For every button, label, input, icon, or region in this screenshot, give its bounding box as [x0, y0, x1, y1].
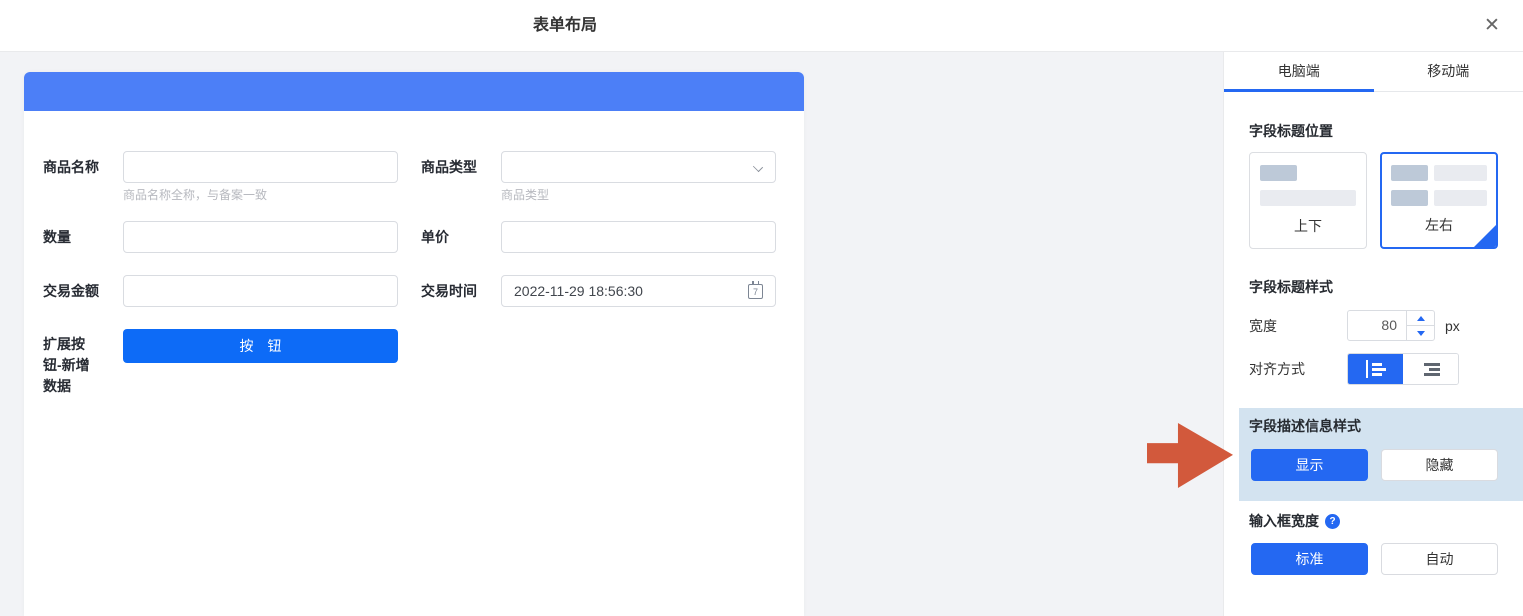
- form-row-3: 交易金额 交易时间 2022-11-29 18:56:30 7: [43, 275, 804, 307]
- dialog-title: 表单布局: [0, 0, 1130, 52]
- stepper-spinner: [1406, 311, 1434, 340]
- quantity-input[interactable]: [123, 221, 398, 253]
- position-option-top-bottom[interactable]: 上下: [1249, 152, 1367, 249]
- form-banner: [24, 72, 804, 111]
- desc-hide-button[interactable]: 隐藏: [1381, 449, 1498, 481]
- selected-corner-badge: [1473, 224, 1497, 248]
- tab-pc[interactable]: 电脑端: [1224, 52, 1374, 91]
- field-label: 单价: [421, 221, 501, 253]
- section-title-position: 字段标题位置 上下 左右: [1249, 121, 1498, 249]
- label-placeholder-block: [1260, 165, 1297, 181]
- tab-mobile[interactable]: 移动端: [1374, 52, 1523, 91]
- settings-panel: 电脑端 移动端 字段标题位置 上下: [1223, 52, 1523, 616]
- calendar-icon: 7: [748, 284, 763, 299]
- align-left-option[interactable]: [1348, 354, 1403, 384]
- width-label: 宽度: [1249, 316, 1347, 336]
- form-preview-card: 商品名称 商品名称全称，与备案一致 商品类型 商品类型: [24, 72, 804, 616]
- field-extend-button: 扩展按钮-新增数据 按 钮: [43, 329, 398, 397]
- input-placeholder-block: [1434, 165, 1487, 181]
- width-unit: px: [1445, 318, 1460, 334]
- align-left-icon: [1366, 361, 1386, 377]
- position-option-left-right[interactable]: 左右: [1380, 152, 1498, 249]
- unit-price-input[interactable]: [501, 221, 776, 253]
- field-label: 数量: [43, 221, 123, 253]
- form-layout-dialog: 表单布局 ✕ 商品名称 商品名称全称，与备案一致 商品类型: [0, 0, 1523, 616]
- input-placeholder-block: [1434, 190, 1487, 206]
- field-product-type: 商品类型 商品类型: [421, 151, 776, 203]
- section-title-style: 字段标题样式 宽度 80 px 对齐方式: [1249, 277, 1498, 385]
- section-heading: 输入框宽度: [1249, 511, 1319, 531]
- form-row-2: 数量 单价: [43, 221, 804, 253]
- field-helper-text: 商品名称全称，与备案一致: [123, 187, 398, 203]
- field-label: 商品类型: [421, 151, 501, 203]
- annotation-arrow-icon: [1147, 423, 1233, 488]
- input-width-standard-button[interactable]: 标准: [1251, 543, 1368, 575]
- arrow-up-icon: [1417, 316, 1425, 321]
- field-product-name: 商品名称 商品名称全称，与备案一致: [43, 151, 398, 203]
- product-type-select[interactable]: [501, 151, 776, 183]
- field-unit-price: 单价: [421, 221, 776, 253]
- width-row: 宽度 80 px: [1249, 310, 1498, 341]
- align-right-option[interactable]: [1403, 354, 1458, 384]
- section-heading: 字段标题样式: [1249, 277, 1498, 297]
- close-icon[interactable]: ✕: [1477, 11, 1507, 41]
- field-label: 扩展按钮-新增数据: [43, 329, 123, 397]
- align-row: 对齐方式: [1249, 353, 1498, 385]
- section-input-width: 输入框宽度 ? 标准 自动: [1249, 511, 1498, 575]
- desc-show-button[interactable]: 显示: [1251, 449, 1368, 481]
- field-quantity: 数量: [43, 221, 398, 253]
- stepper-down-button[interactable]: [1407, 326, 1434, 340]
- width-value-input[interactable]: 80: [1348, 311, 1406, 340]
- trade-amount-input[interactable]: [123, 275, 398, 307]
- position-option-label: 上下: [1250, 216, 1366, 236]
- panel-content: 字段标题位置 上下 左右: [1224, 121, 1523, 575]
- datetime-value: 2022-11-29 18:56:30: [514, 283, 643, 299]
- extend-action-button[interactable]: 按 钮: [123, 329, 398, 363]
- form-grid: 商品名称 商品名称全称，与备案一致 商品类型 商品类型: [24, 111, 804, 397]
- arrow-down-icon: [1417, 331, 1425, 336]
- product-name-input[interactable]: [123, 151, 398, 183]
- label-placeholder-block: [1391, 190, 1428, 206]
- field-trade-time: 交易时间 2022-11-29 18:56:30 7: [421, 275, 776, 307]
- field-label: 商品名称: [43, 151, 123, 203]
- width-stepper: 80: [1347, 310, 1435, 341]
- dialog-header: 表单布局 ✕: [0, 0, 1523, 52]
- chevron-down-icon: [754, 163, 762, 171]
- field-helper-text: 商品类型: [501, 187, 776, 203]
- align-label: 对齐方式: [1249, 359, 1347, 379]
- device-tabs: 电脑端 移动端: [1224, 52, 1523, 92]
- form-row-1: 商品名称 商品名称全称，与备案一致 商品类型 商品类型: [43, 151, 804, 203]
- field-label: 交易时间: [421, 275, 501, 307]
- stepper-up-button[interactable]: [1407, 311, 1434, 326]
- dialog-body: 商品名称 商品名称全称，与备案一致 商品类型 商品类型: [0, 52, 1523, 616]
- section-heading: 字段描述信息样式: [1249, 416, 1511, 436]
- form-row-4: 扩展按钮-新增数据 按 钮: [43, 329, 804, 397]
- trade-time-picker[interactable]: 2022-11-29 18:56:30 7: [501, 275, 776, 307]
- help-icon[interactable]: ?: [1325, 514, 1340, 529]
- align-right-icon: [1422, 361, 1440, 377]
- input-width-auto-button[interactable]: 自动: [1381, 543, 1498, 575]
- section-description-style: 字段描述信息样式 显示 隐藏: [1239, 408, 1523, 501]
- field-trade-amount: 交易金额: [43, 275, 398, 307]
- section-heading: 字段标题位置: [1249, 121, 1498, 141]
- field-label: 交易金额: [43, 275, 123, 307]
- align-toggle-group: [1347, 353, 1459, 385]
- label-placeholder-block: [1391, 165, 1428, 181]
- input-placeholder-block: [1260, 190, 1356, 206]
